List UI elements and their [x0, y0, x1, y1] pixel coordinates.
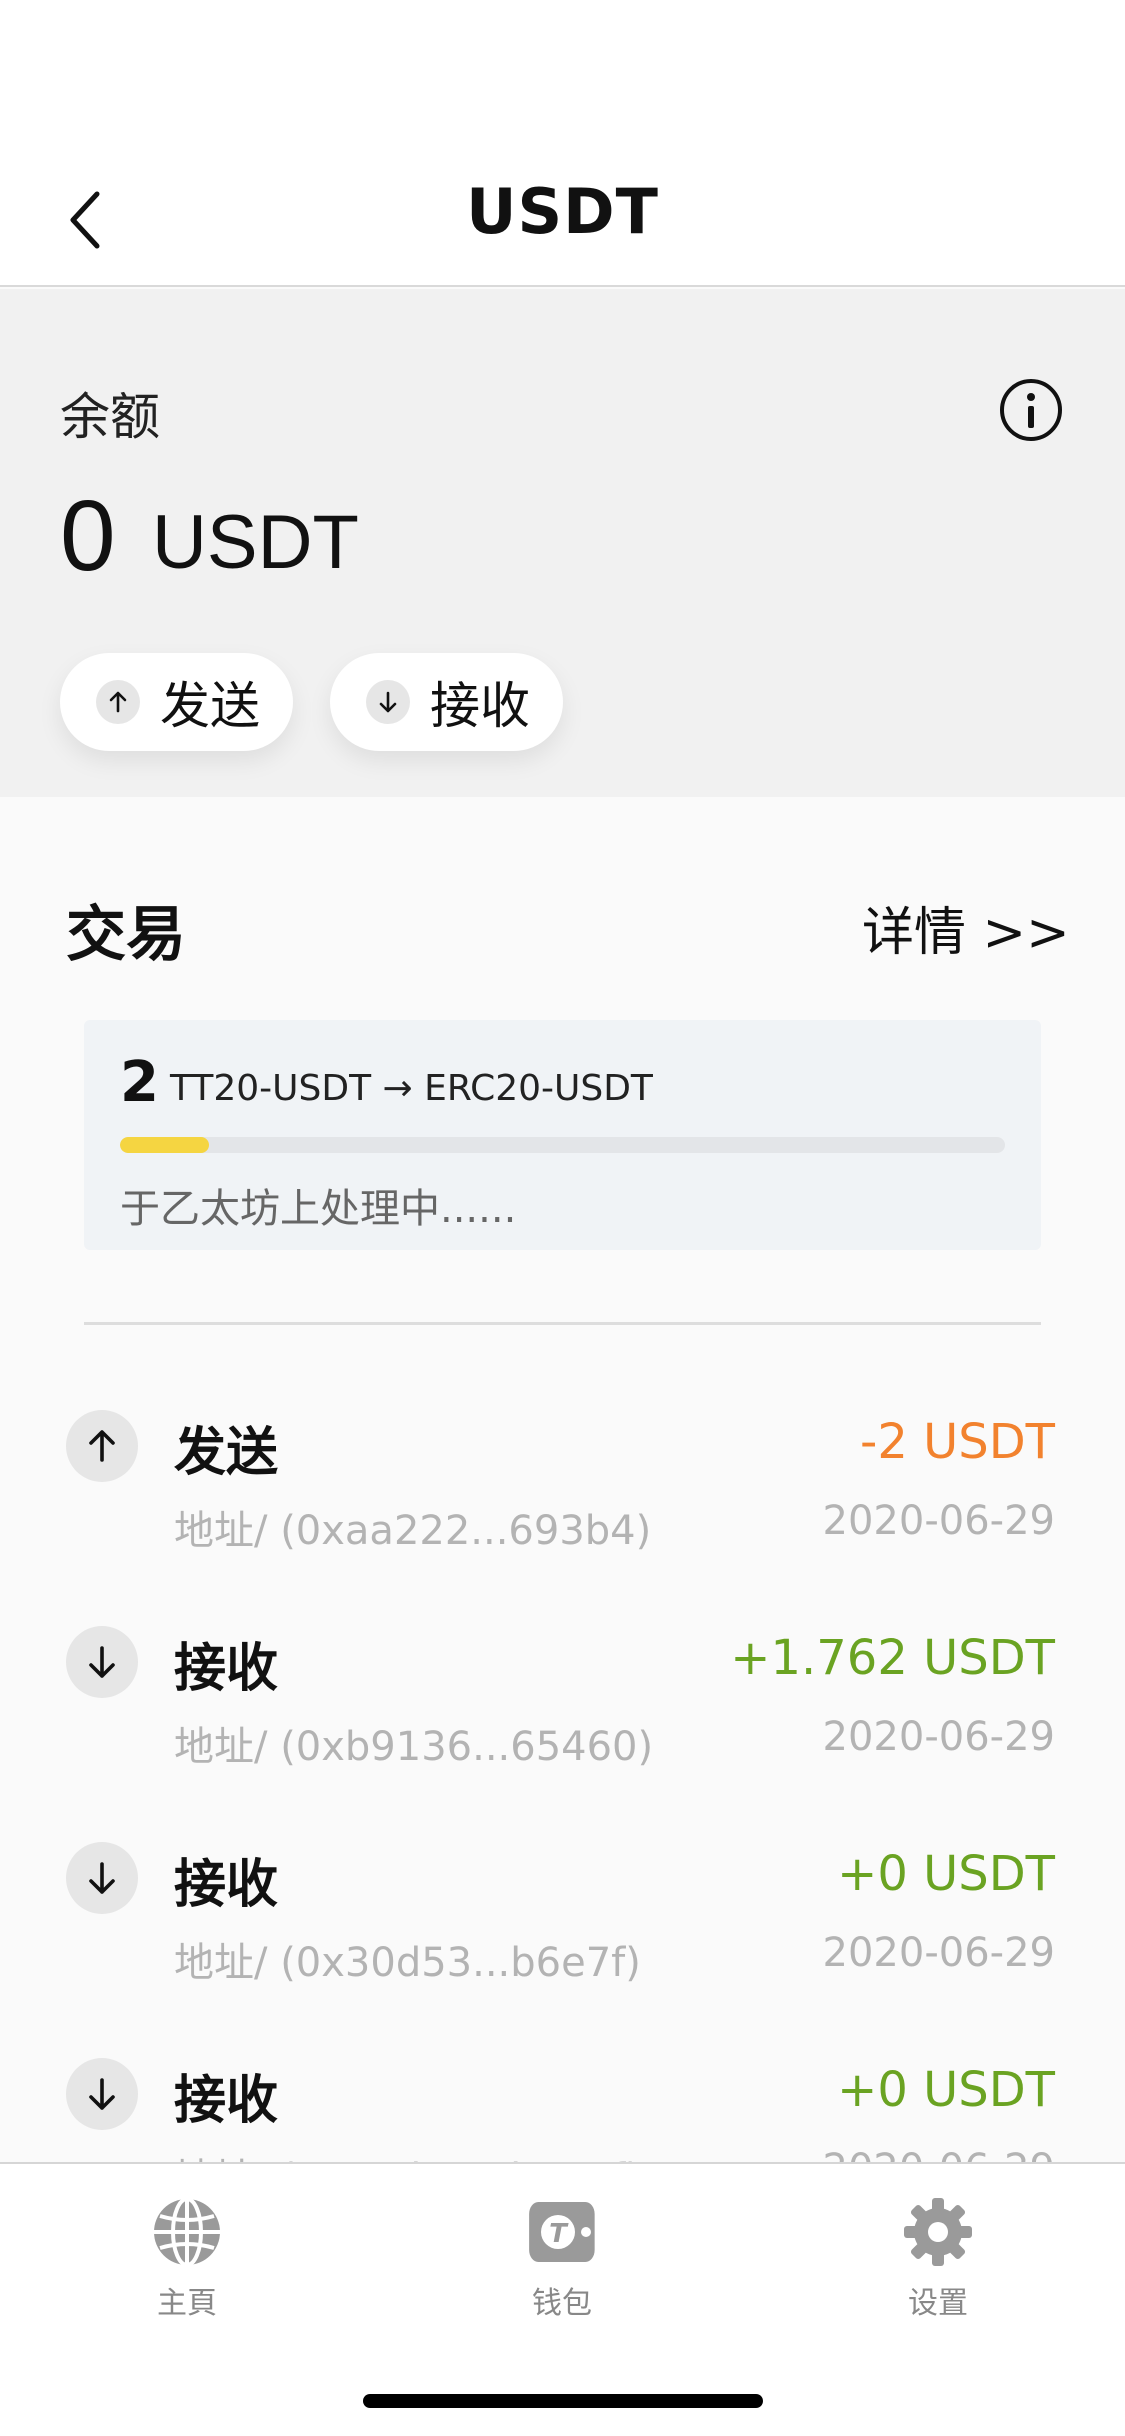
transactions-title: 交易	[66, 900, 186, 970]
nav-bar: USDT	[0, 0, 1125, 287]
pending-route: TT20-USDT → ERC20-USDT	[170, 1068, 653, 1109]
up-arrow-icon	[66, 1410, 138, 1482]
info-button[interactable]	[998, 377, 1064, 443]
transaction-date: 2020-06-29	[822, 1714, 1055, 1760]
tab-settings-label: 设置	[908, 2286, 968, 2321]
app-screen: USDT 余额 0 USDT 发送 接收 交易 详情 >> 2 TT20-USD…	[0, 0, 1125, 2436]
balance-unit: USDT	[152, 500, 359, 585]
down-arrow-icon	[66, 1842, 138, 1914]
transaction-amount: +0 USDT	[837, 1846, 1055, 1902]
page-title: USDT	[466, 175, 659, 248]
gear-icon	[904, 2198, 972, 2266]
receive-button[interactable]: 接收	[330, 653, 563, 751]
transaction-amount: -2 USDT	[860, 1414, 1055, 1470]
info-icon	[1000, 379, 1062, 441]
receive-label: 接收	[430, 677, 530, 735]
pending-status: 于乙太坊上处理中......	[120, 1186, 517, 1232]
transaction-amount: +0 USDT	[837, 2062, 1055, 2118]
divider	[84, 1322, 1041, 1325]
wallet-icon: T	[529, 2202, 595, 2262]
transaction-type: 接收	[174, 1855, 279, 1915]
tab-home[interactable]: 主頁	[87, 2196, 287, 2326]
transaction-amount: +1.762 USDT	[730, 1630, 1055, 1686]
svg-text:T: T	[549, 2219, 569, 2249]
transaction-row[interactable]: 接收 +1.762 USDT 地址/ (0xb9136...65460) 202…	[0, 1606, 1125, 1806]
progress-bar	[120, 1137, 1005, 1153]
tab-wallet-label: 钱包	[532, 2286, 592, 2321]
transaction-type: 发送	[174, 1423, 279, 1483]
tab-settings[interactable]: 设置	[838, 2196, 1038, 2326]
balance-amount: 0	[60, 480, 116, 592]
tab-home-label: 主頁	[157, 2286, 217, 2321]
pending-transfer-card[interactable]: 2 TT20-USDT → ERC20-USDT 于乙太坊上处理中......	[84, 1020, 1041, 1250]
transaction-type: 接收	[174, 1639, 279, 1699]
pending-count: 2	[120, 1050, 159, 1115]
transaction-address: 地址/ (0xb9136...65460)	[174, 1724, 654, 1770]
transaction-address: 地址/ (0x30d53...b6e7f)	[174, 1940, 641, 1986]
send-label: 发送	[160, 677, 260, 735]
globe-icon	[154, 2197, 220, 2267]
tab-wallet[interactable]: T 钱包	[462, 2196, 662, 2326]
transaction-date: 2020-06-29	[822, 1930, 1055, 1976]
progress-fill	[120, 1137, 209, 1153]
transaction-type: 接收	[174, 2071, 279, 2131]
down-arrow-icon	[366, 680, 410, 724]
up-arrow-icon	[96, 680, 140, 724]
transaction-row[interactable]: 发送 -2 USDT 地址/ (0xaa222...693b4) 2020-06…	[0, 1390, 1125, 1590]
details-link[interactable]: 详情 >>	[862, 890, 1070, 965]
send-button[interactable]: 发送	[60, 653, 293, 751]
transaction-row[interactable]: 接收 +0 USDT 地址/ (0x30d53...b6e7f) 2020-06…	[0, 1822, 1125, 2022]
home-indicator	[363, 2394, 763, 2408]
transaction-date: 2020-06-29	[822, 1498, 1055, 1544]
down-arrow-icon	[66, 2058, 138, 2130]
balance-label: 余额	[60, 388, 160, 446]
down-arrow-icon	[66, 1626, 138, 1698]
transaction-address: 地址/ (0xaa222...693b4)	[174, 1508, 652, 1554]
balance-section: 余额 0 USDT 发送 接收	[0, 289, 1125, 797]
